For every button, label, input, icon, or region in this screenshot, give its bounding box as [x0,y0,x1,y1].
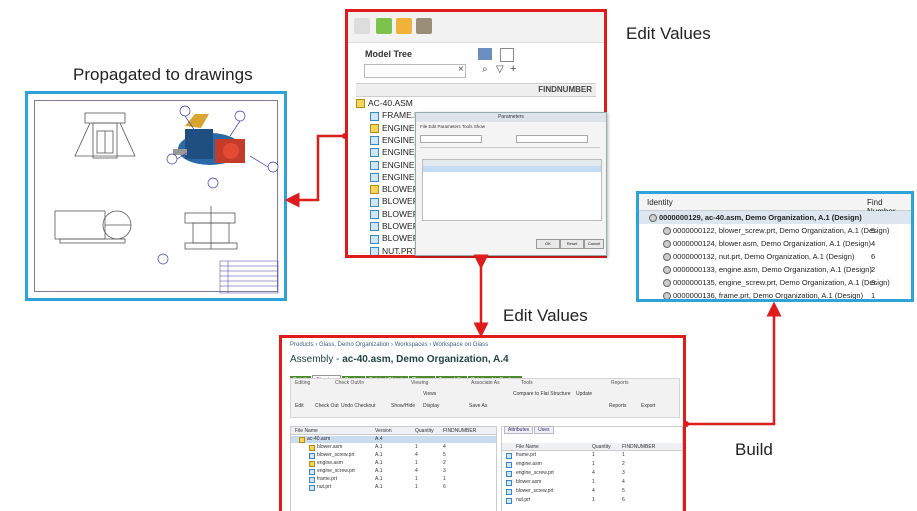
arrow-to-drawings [284,134,345,208]
arrow-build [686,301,782,426]
flow-arrows [284,133,782,427]
arrow-build-dot [683,421,689,427]
arrow-origin-dot [342,133,348,139]
